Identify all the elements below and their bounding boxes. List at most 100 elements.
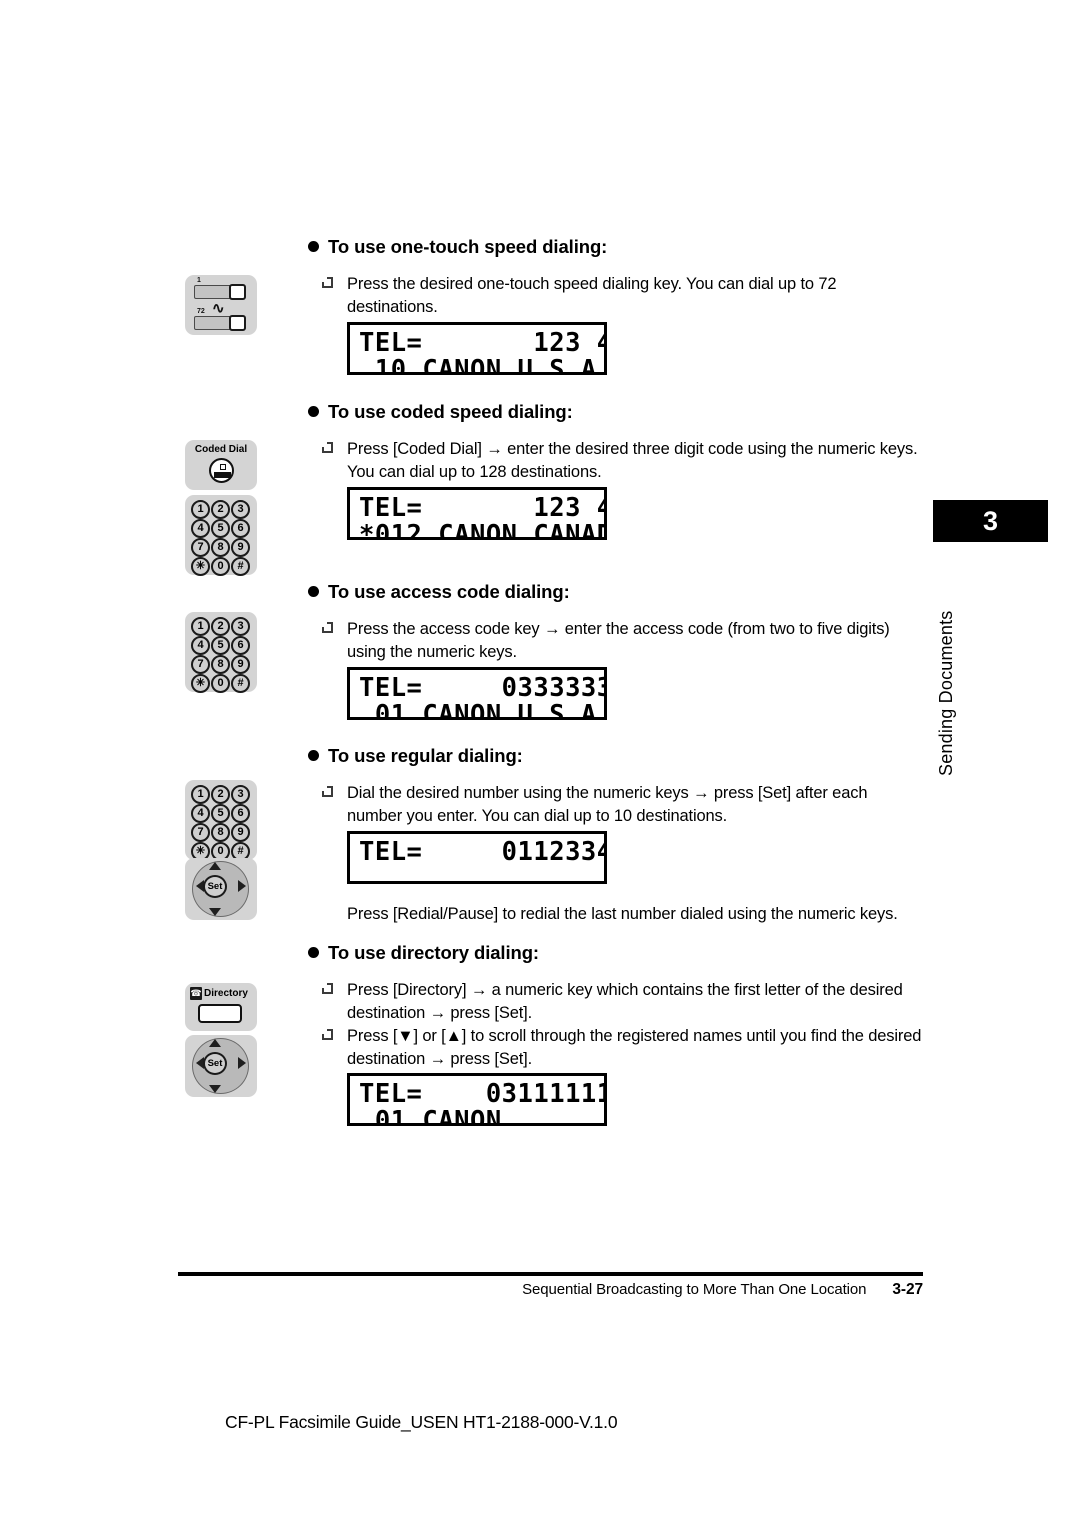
arrow-down-icon	[209, 908, 221, 916]
lcd-line-2: *012 CANON CANADA	[359, 520, 607, 540]
numeric-keypad-figure-coded: 1 2 3 4 5 6 7 8 9 ✳ 0 #	[185, 495, 257, 576]
keypad-key-7: 7	[191, 823, 210, 842]
phone-handset-icon: ☎	[190, 987, 202, 1000]
keypad-key-0: 0	[211, 557, 230, 576]
keypad-key-2: 2	[211, 785, 230, 804]
step-text: Press [Directory] → a numeric key which …	[347, 981, 903, 1023]
arrow-down-icon	[209, 1085, 221, 1093]
step-regular-1: Dial the desired number using the numeri…	[322, 782, 922, 829]
heading-text: To use regular dialing:	[328, 745, 523, 766]
keypad-key-9: 9	[231, 538, 250, 557]
footer-section-title: Sequential Broadcasting to More Than One…	[522, 1281, 867, 1298]
keypad-key-9: 9	[231, 823, 250, 842]
checkbox-icon	[322, 786, 333, 797]
lcd-line-2: 01 CANON	[359, 1106, 502, 1126]
bullet-dot-icon	[308, 241, 319, 252]
lcd-line-2: 01 CANON U.S.A. NY	[374, 700, 607, 720]
lcd-line-1: TEL= 0333333333	[359, 673, 604, 703]
directory-key-figure: ☎ Directory	[185, 983, 257, 1031]
one-touch-key-row-last	[194, 315, 248, 331]
heading-regular: To use regular dialing:	[308, 745, 523, 767]
lcd-line-1: TEL= 0311111111	[359, 1079, 604, 1109]
lcd-display-access-code: TEL= 0333333333 01 CANON U.S.A. NY	[347, 667, 607, 720]
step-one-touch-1: Press the desired one-touch speed dialin…	[322, 273, 922, 320]
lcd-line-1: TEL= 123 4567	[359, 328, 604, 358]
lcd-line-1: TEL= 0112334567	[359, 837, 604, 867]
set-button-label: Set	[203, 1052, 227, 1075]
footer: Sequential Broadcasting to More Than One…	[178, 1281, 923, 1299]
keypad-key-2: 2	[211, 500, 230, 519]
keypad-key-1: 1	[191, 785, 210, 804]
heading-text: To use one-touch speed dialing:	[328, 236, 608, 257]
step-text: Press [▼] or [▲] to scroll through the r…	[347, 1027, 922, 1069]
colophon-line: CF-PL Facsimile Guide_USEN HT1-2188-000-…	[225, 1412, 618, 1432]
one-touch-name-plate	[194, 285, 232, 299]
coded-dial-label: Coded Dial	[194, 444, 248, 455]
step-text: Dial the desired number using the numeri…	[347, 784, 868, 826]
keypad-key-star: ✳	[191, 557, 210, 576]
bullet-dot-icon	[308, 586, 319, 597]
step-text: Press [Coded Dial] → enter the desired t…	[347, 440, 918, 482]
coded-dial-glyph-bar	[214, 472, 231, 478]
set-dpad-figure-regular: Set	[185, 858, 257, 920]
arrow-up-icon	[209, 1039, 221, 1047]
keypad-key-star: ✳	[191, 674, 210, 693]
step-coded-speed-1: Press [Coded Dial] → enter the desired t…	[322, 438, 922, 485]
keypad-key-8: 8	[211, 823, 230, 842]
arrow-up-icon	[209, 862, 221, 870]
keypad-key-0: 0	[211, 674, 230, 693]
one-touch-name-plate	[194, 316, 232, 330]
one-touch-first-label: 1	[197, 277, 201, 284]
note-regular-redial: Press [Redial/Pause] to redial the last …	[347, 905, 898, 923]
keypad-key-5: 5	[211, 636, 230, 655]
arrow-right-icon	[238, 880, 246, 892]
directory-button-icon	[198, 1004, 242, 1023]
keypad-key-7: 7	[191, 538, 210, 557]
keypad-key-4: 4	[191, 636, 210, 655]
directory-label: Directory	[204, 988, 248, 999]
keypad-key-3: 3	[231, 500, 250, 519]
keypad-key-8: 8	[211, 655, 230, 674]
step-directory-2: Press [▼] or [▲] to scroll through the r…	[322, 1025, 922, 1072]
lcd-line-2: 10 CANON U.S.A.NY	[374, 355, 604, 375]
keypad-key-1: 1	[191, 617, 210, 636]
keypad-key-1: 1	[191, 500, 210, 519]
keypad-key-9: 9	[231, 655, 250, 674]
checkbox-icon	[322, 277, 333, 288]
footer-divider	[178, 1272, 923, 1276]
heading-one-touch: To use one-touch speed dialing:	[308, 236, 607, 258]
one-touch-range-separator: ∿	[212, 300, 225, 317]
numeric-keypad-figure-regular: 1 2 3 4 5 6 7 8 9 ✳ 0 #	[185, 780, 257, 861]
one-touch-button	[229, 315, 246, 331]
heading-text: To use access code dialing:	[328, 581, 570, 602]
checkbox-icon	[322, 983, 333, 994]
checkbox-icon	[322, 1029, 333, 1040]
step-text: Press the access code key → enter the ac…	[347, 620, 890, 662]
keypad-key-2: 2	[211, 617, 230, 636]
one-touch-button	[229, 284, 246, 300]
bullet-dot-icon	[308, 750, 319, 761]
keypad-key-7: 7	[191, 655, 210, 674]
checkbox-icon	[322, 622, 333, 633]
heading-coded-speed: To use coded speed dialing:	[308, 401, 573, 423]
coded-dial-button-icon	[209, 458, 234, 483]
heading-text: To use coded speed dialing:	[328, 401, 573, 422]
lcd-display-coded-speed: TEL= 123 4567 *012 CANON CANADA	[347, 487, 607, 540]
keypad-key-hash: #	[231, 674, 250, 693]
bullet-dot-icon	[308, 947, 319, 958]
keypad-key-6: 6	[231, 804, 250, 823]
chapter-number-tab: 3	[933, 500, 1048, 542]
lcd-display-directory: TEL= 0311111111 01 CANON	[347, 1073, 607, 1126]
chapter-name-label: Sending Documents	[936, 610, 956, 777]
keypad-key-3: 3	[231, 785, 250, 804]
step-access-code-1: Press the access code key → enter the ac…	[322, 618, 922, 665]
lcd-display-one-touch: TEL= 123 4567 10 CANON U.S.A.NY	[347, 322, 607, 375]
set-dpad-figure-directory: Set	[185, 1035, 257, 1097]
keypad-key-3: 3	[231, 617, 250, 636]
keypad-key-8: 8	[211, 538, 230, 557]
chapter-number: 3	[982, 505, 999, 536]
set-button-label: Set	[203, 875, 227, 898]
manual-page: 3 Sending Documents 1 ∿ 72 To use one-to…	[0, 0, 1080, 1528]
keypad-key-4: 4	[191, 804, 210, 823]
heading-directory: To use directory dialing:	[308, 942, 539, 964]
